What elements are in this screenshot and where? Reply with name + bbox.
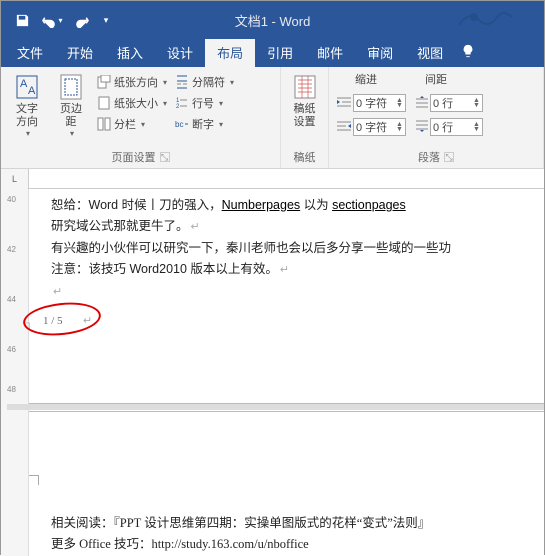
tab-review[interactable]: 审阅 <box>355 37 405 67</box>
group-label-manuscript: 稿纸 <box>281 147 328 168</box>
doc-bottom-2: 更多 Office 技巧：http://study.163.com/u/nbof… <box>51 534 309 555</box>
spacing-after-input[interactable]: 0 行▲▼ <box>430 118 483 136</box>
doc-bottom-1: 相关阅读：『PPT 设计思维第四期：实操单图版式的花样“变式”法则』 <box>51 513 430 534</box>
group-label-page-setup: 页面设置⤡ <box>1 147 280 168</box>
tab-selector[interactable]: L <box>1 169 29 189</box>
group-page-setup: AA 文字方向 ▾ 页边距 ▾ 纸张方向▾ 纸张大小▾ 分栏▾ 分隔符▾ 12行… <box>1 67 281 168</box>
indent-left-input[interactable]: 0 字符▲▼ <box>353 94 406 112</box>
indent-header: 缩进 <box>355 71 377 87</box>
margins-button[interactable]: 页边距 ▾ <box>51 71 91 147</box>
indent-left-icon <box>337 96 351 111</box>
spacing-after-icon <box>416 120 428 135</box>
window-title: 文档1 - Word <box>235 11 311 30</box>
document-page[interactable]: 恕给：Word 时候丨刀的强入，Numberpages 以为 sectionpa… <box>29 189 544 556</box>
redo-button[interactable] <box>71 9 93 31</box>
page-setup-stack-1: 纸张方向▾ 纸张大小▾ 分栏▾ <box>95 71 169 147</box>
doc-line-2: 研究域公式那就更牛了。↵ <box>51 216 530 238</box>
margin-corner-icon <box>29 475 39 485</box>
ribbon-tabs: 文件 开始 插入 设计 布局 引用 邮件 审阅 视图 <box>1 39 544 67</box>
tab-home[interactable]: 开始 <box>55 37 105 67</box>
tell-me-button[interactable] <box>455 38 481 67</box>
tab-layout[interactable]: 布局 <box>205 37 255 67</box>
annotation-circle <box>22 299 103 339</box>
tab-design[interactable]: 设计 <box>155 37 205 67</box>
save-button[interactable] <box>11 9 33 31</box>
breaks-button[interactable]: 分隔符▾ <box>173 73 236 91</box>
doc-line-4: 注意：该技巧 Word2010 版本以上有效。↵ <box>51 259 530 281</box>
doc-line-empty: ↵ <box>51 281 530 303</box>
undo-button[interactable]: ▾ <box>41 9 63 31</box>
ribbon: AA 文字方向 ▾ 页边距 ▾ 纸张方向▾ 纸张大小▾ 分栏▾ 分隔符▾ 12行… <box>1 67 544 169</box>
qat-customize-button[interactable]: ▾ <box>101 9 111 31</box>
orientation-button[interactable]: 纸张方向▾ <box>95 73 169 91</box>
size-button[interactable]: 纸张大小▾ <box>95 94 169 112</box>
title-decoration <box>454 5 514 35</box>
spacing-before-icon <box>416 96 428 111</box>
group-label-paragraph: 段落⤡ <box>329 147 543 168</box>
quick-access-toolbar: ▾ ▾ <box>1 9 111 31</box>
paragraph-launcher[interactable]: ⤡ <box>444 152 454 162</box>
columns-button[interactable]: 分栏▾ <box>95 115 169 133</box>
document-workspace: 40 42 44 46 48 恕给：Word 时候丨刀的强入，Numberpag… <box>1 189 544 556</box>
doc-line-1: 恕给：Word 时候丨刀的强入，Numberpages 以为 sectionpa… <box>51 195 530 216</box>
group-paragraph: 缩进 间距 0 字符▲▼ 0 行▲▼ 0 字符▲▼ 0 行▲▼ 段落⤡ <box>329 67 544 168</box>
title-bar: ▾ ▾ 文档1 - Word <box>1 1 544 39</box>
spacing-before-input[interactable]: 0 行▲▼ <box>430 94 483 112</box>
group-manuscript: 稿纸 设置 稿纸 <box>281 67 329 168</box>
horizontal-ruler-area: L 2 4 6 8 10 12 14 16 18 20 22 <box>1 169 544 189</box>
tab-mailings[interactable]: 邮件 <box>305 37 355 67</box>
tab-references[interactable]: 引用 <box>255 37 305 67</box>
svg-text:A: A <box>20 78 28 90</box>
vertical-ruler[interactable]: 40 42 44 46 48 <box>1 189 29 556</box>
page-setup-launcher[interactable]: ⤡ <box>160 152 170 162</box>
tab-file[interactable]: 文件 <box>5 37 55 67</box>
svg-text:2: 2 <box>176 104 180 110</box>
svg-text:bc: bc <box>175 120 183 129</box>
indent-right-icon <box>337 120 351 135</box>
page-setup-stack-2: 分隔符▾ 12行号▾ bc断字▾ <box>173 71 236 147</box>
doc-line-3: 有兴趣的小伙伴可以研究一下，秦川老师也会以后多分享一些域的一些功 <box>51 238 530 259</box>
tab-insert[interactable]: 插入 <box>105 37 155 67</box>
text-direction-button[interactable]: AA 文字方向 ▾ <box>7 71 47 147</box>
manuscript-button[interactable]: 稿纸 设置 <box>287 71 323 147</box>
tab-view[interactable]: 视图 <box>405 37 455 67</box>
indent-right-input[interactable]: 0 字符▲▼ <box>353 118 406 136</box>
hyphenation-button[interactable]: bc断字▾ <box>173 115 236 133</box>
spacing-header: 间距 <box>425 71 447 87</box>
svg-text:A: A <box>28 85 36 97</box>
line-numbers-button[interactable]: 12行号▾ <box>173 94 236 112</box>
page-gap <box>7 404 544 410</box>
